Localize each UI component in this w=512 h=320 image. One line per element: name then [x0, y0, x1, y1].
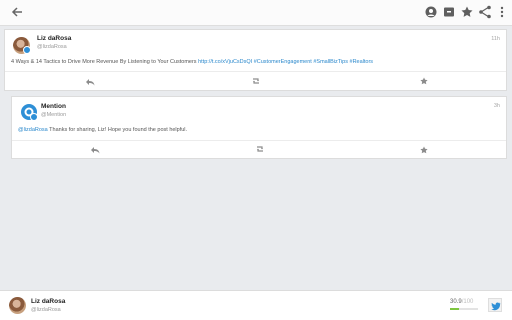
- favorite-star-icon[interactable]: [419, 77, 429, 85]
- tweet-text: 4 Ways & 14 Tactics to Drive More Revenu…: [11, 59, 373, 65]
- retweet-icon[interactable]: [255, 145, 265, 153]
- reply-icon[interactable]: [85, 78, 95, 86]
- twitter-badge-icon: [23, 46, 31, 54]
- tweet-time: 11h: [491, 36, 500, 42]
- star-icon[interactable]: [460, 5, 474, 19]
- tweet-card[interactable]: Liz daRosa @lizdaRosa 11h 4 Ways & 14 Ta…: [4, 29, 507, 91]
- arrow-left-icon[interactable]: [10, 5, 24, 19]
- account-name: Liz daRosa: [31, 298, 66, 305]
- avatar-icon[interactable]: [424, 5, 438, 19]
- author-name[interactable]: Mention: [41, 103, 66, 110]
- retweet-icon[interactable]: [251, 77, 261, 85]
- twitter-bird-icon: [491, 302, 501, 311]
- character-count: 30.9/100: [450, 299, 473, 305]
- author-name[interactable]: Liz daRosa: [37, 35, 71, 42]
- count-progress-bar: [450, 308, 478, 310]
- count-value: 30.9: [450, 299, 462, 305]
- reply-text-plain: Thanks for sharing, Liz! Hope you found …: [47, 127, 188, 133]
- divider: [5, 71, 506, 72]
- reply-card[interactable]: Mention @Mention 3h @lizdaRosa Thanks fo…: [11, 96, 507, 159]
- twitter-send-button[interactable]: [488, 298, 502, 312]
- twitter-badge-icon: [30, 113, 38, 121]
- tweet-links[interactable]: http://t.co/xVjuCsDsQI #CustomerEngageme…: [198, 59, 373, 65]
- share-icon[interactable]: [478, 5, 492, 19]
- mention-link[interactable]: @lizdaRosa: [18, 127, 48, 133]
- account-avatar[interactable]: [9, 297, 26, 314]
- author-handle[interactable]: @Mention: [41, 112, 66, 118]
- composer-bar: [0, 290, 512, 320]
- count-progress-fill: [450, 308, 459, 310]
- favorite-star-icon[interactable]: [419, 146, 429, 154]
- app-bar: [0, 0, 512, 26]
- reply-icon[interactable]: [90, 146, 100, 154]
- count-max: /100: [461, 299, 474, 305]
- archive-icon[interactable]: [442, 5, 456, 19]
- author-handle[interactable]: @lizdaRosa: [37, 44, 67, 50]
- account-handle: @lizdaRosa: [31, 307, 61, 313]
- more-vert-icon[interactable]: [495, 5, 509, 19]
- divider: [12, 140, 506, 141]
- reply-text: @lizdaRosa Thanks for sharing, Liz! Hope…: [18, 127, 187, 133]
- tweet-text-plain: 4 Ways & 14 Tactics to Drive More Revenu…: [11, 59, 199, 65]
- reply-time: 3h: [493, 103, 500, 109]
